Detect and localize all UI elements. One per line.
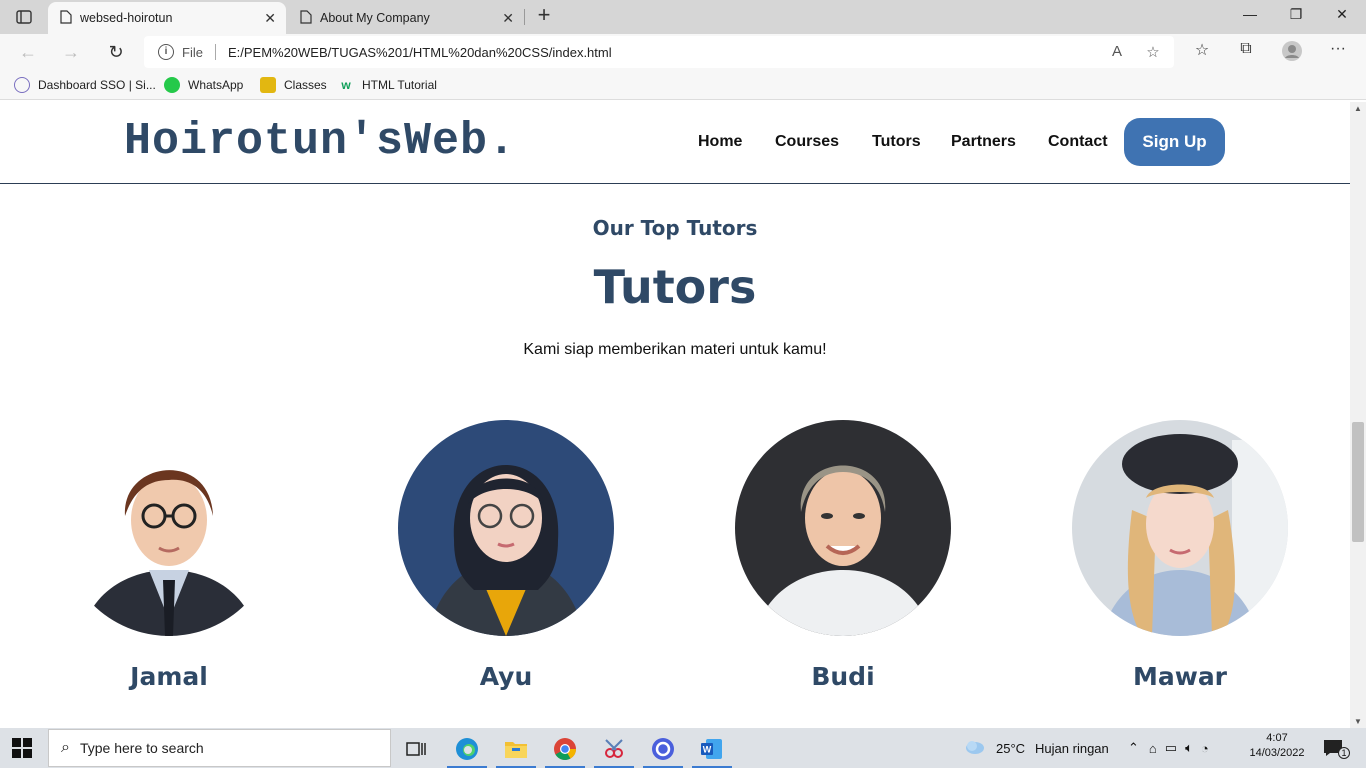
address-url[interactable]: E:/PEM%20WEB/TUGAS%201/HTML%20dan%20CSS/… xyxy=(228,45,612,60)
favorites-icon[interactable]: ☆ xyxy=(1190,40,1214,64)
bookmark-dashboard-sso[interactable]: Dashboard SSO | Si... xyxy=(14,77,156,93)
tutor-photo xyxy=(735,420,951,636)
tab-actions-menu-icon[interactable] xyxy=(10,6,38,28)
tutor-name: Ayu xyxy=(479,662,533,691)
whatsapp-icon xyxy=(164,77,180,93)
add-favorite-icon[interactable]: ☆ xyxy=(1144,43,1162,61)
bookmarks-bar: Dashboard SSO | Si... WhatsApp Classes w… xyxy=(0,70,1366,100)
taskbar-search-box[interactable]: ⌕ Type here to search xyxy=(48,729,391,767)
weather-widget[interactable]: 25°C Hujan ringan xyxy=(964,728,1109,768)
tab-divider xyxy=(524,9,525,25)
address-bar[interactable]: i File E:/PEM%20WEB/TUGAS%201/HTML%20dan… xyxy=(144,36,1174,68)
canva-app-icon[interactable] xyxy=(641,733,685,768)
browser-toolbar: ← → ↻ i File E:/PEM%20WEB/TUGAS%201/HTML… xyxy=(0,34,1366,70)
sign-up-button[interactable]: Sign Up xyxy=(1124,118,1225,166)
page-icon xyxy=(300,9,312,27)
tab-about-my-company[interactable]: About My Company ✕ xyxy=(288,2,524,34)
info-icon[interactable]: i xyxy=(158,44,174,60)
notification-count: 1 xyxy=(1338,747,1350,759)
nav-home[interactable]: Home xyxy=(698,133,742,151)
windows-taskbar: ⌕ Type here to search W 25°C Hujan ringa… xyxy=(0,728,1366,768)
battery-icon[interactable]: ▭ xyxy=(1165,740,1177,756)
scroll-thumb[interactable] xyxy=(1352,422,1364,542)
system-tray: ⌃ ⌂ ▭ 🔈︎ ◔ xyxy=(1128,728,1209,768)
volume-icon[interactable]: 🔈︎ xyxy=(1185,740,1193,756)
file-explorer-icon[interactable] xyxy=(494,733,538,768)
profile-avatar-icon[interactable] xyxy=(1280,40,1304,64)
tab-websed-hoirotun[interactable]: websed-hoirotun ✕ xyxy=(48,2,286,34)
section-subtitle: Our Top Tutors xyxy=(592,216,758,240)
wifi-icon[interactable]: ◔ xyxy=(1201,741,1209,756)
collections-icon[interactable]: ⧉ xyxy=(1234,40,1258,64)
bookmark-label: HTML Tutorial xyxy=(362,78,437,92)
clock-time: 4:07 xyxy=(1266,732,1288,744)
tab-title: websed-hoirotun xyxy=(80,11,173,25)
scroll-down-icon[interactable]: ▼ xyxy=(1354,717,1362,726)
tutor-photo xyxy=(1072,420,1288,636)
chrome-app-icon[interactable] xyxy=(543,733,587,768)
bookmark-label: Dashboard SSO | Si... xyxy=(38,78,156,92)
weather-temp: 25°C xyxy=(996,740,1026,756)
page-viewport: Hoirotun'sWeb. Home Courses Tutors Partn… xyxy=(0,102,1350,728)
chevron-up-icon[interactable]: ⌃ xyxy=(1128,740,1139,756)
notification-center-icon[interactable]: 1 xyxy=(1322,728,1350,768)
search-icon: ⌕ xyxy=(61,739,70,756)
bookmark-label: Classes xyxy=(284,78,327,92)
close-tab-icon[interactable]: ✕ xyxy=(264,10,276,27)
sso-icon xyxy=(14,77,30,93)
windows-start-icon[interactable] xyxy=(12,738,34,758)
bookmark-whatsapp[interactable]: WhatsApp xyxy=(164,77,243,93)
tab-title: About My Company xyxy=(320,11,430,25)
browser-tab-bar: websed-hoirotun ✕ About My Company ✕ + —… xyxy=(0,0,1366,34)
nav-contact[interactable]: Contact xyxy=(1048,133,1108,151)
close-window-icon[interactable]: ✕ xyxy=(1322,6,1362,28)
section-description: Kami siap memberikan materi untuk kamu! xyxy=(523,341,827,358)
bookmark-classes[interactable]: Classes xyxy=(260,77,327,93)
weather-cloud-icon xyxy=(964,739,986,758)
tutor-card-mawar: Mawar xyxy=(1072,420,1288,691)
taskbar-clock[interactable]: 4:07 14/03/2022 xyxy=(1244,731,1310,761)
tutor-card-ayu: Ayu xyxy=(398,420,614,691)
page-scrollbar[interactable]: ▲ ▼ xyxy=(1350,102,1366,728)
nav-courses[interactable]: Courses xyxy=(775,133,839,151)
bookmark-label: WhatsApp xyxy=(188,78,244,92)
tutor-card-jamal: Jamal xyxy=(61,420,277,691)
back-icon[interactable]: ← xyxy=(14,40,42,64)
nav-tutors[interactable]: Tutors xyxy=(872,133,921,151)
classroom-icon xyxy=(260,77,276,93)
task-view-icon[interactable] xyxy=(394,733,438,765)
word-app-icon[interactable]: W xyxy=(690,733,734,768)
tutor-name: Jamal xyxy=(130,662,208,691)
tutor-name: Budi xyxy=(811,662,875,691)
site-header: Hoirotun'sWeb. Home Courses Tutors Partn… xyxy=(0,102,1350,184)
w3schools-icon: w xyxy=(341,78,351,92)
address-divider xyxy=(214,44,216,60)
site-logo[interactable]: Hoirotun'sWeb. xyxy=(124,116,516,167)
page-icon xyxy=(60,9,72,27)
clock-date: 14/03/2022 xyxy=(1249,747,1305,759)
more-menu-icon[interactable]: ··· xyxy=(1326,40,1350,64)
tutor-photo xyxy=(61,420,277,636)
bookmark-html-tutorial[interactable]: w HTML Tutorial xyxy=(338,77,437,93)
tutor-photo xyxy=(398,420,614,636)
snipping-tool-icon[interactable] xyxy=(592,733,636,768)
taskbar-search-placeholder: Type here to search xyxy=(79,740,204,756)
read-aloud-icon[interactable]: A xyxy=(1108,43,1126,61)
weather-condition: Hujan ringan xyxy=(1035,740,1109,756)
address-scheme-label: File xyxy=(182,44,203,60)
forward-icon[interactable]: → xyxy=(57,40,85,64)
section-title: Tutors xyxy=(593,260,757,314)
new-tab-icon[interactable]: + xyxy=(532,4,556,28)
scroll-up-icon[interactable]: ▲ xyxy=(1354,104,1362,113)
close-tab-icon[interactable]: ✕ xyxy=(502,10,514,27)
meet-now-icon[interactable]: ⌂ xyxy=(1149,741,1157,756)
tutor-card-budi: Budi xyxy=(735,420,951,691)
refresh-icon[interactable]: ↻ xyxy=(102,40,130,64)
restore-icon[interactable]: ❐ xyxy=(1276,6,1316,28)
svg-text:W: W xyxy=(703,745,712,755)
nav-partners[interactable]: Partners xyxy=(951,133,1016,151)
tutor-name: Mawar xyxy=(1132,662,1228,691)
edge-app-icon[interactable] xyxy=(445,733,489,768)
minimize-icon[interactable]: — xyxy=(1230,6,1270,28)
